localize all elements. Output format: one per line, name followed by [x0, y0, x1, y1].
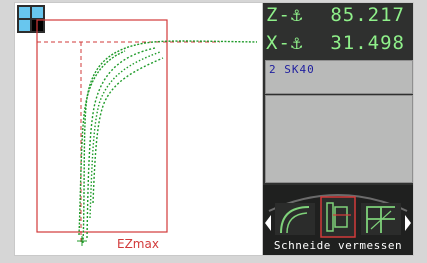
scan-curves — [78, 40, 258, 244]
limit-label: EZmax — [117, 237, 159, 251]
limit-box — [36, 19, 168, 233]
info-panel — [265, 95, 413, 183]
view-selector-icon[interactable] — [17, 5, 45, 33]
z-axis-value: 85.217 — [330, 4, 405, 26]
next-arrow-icon[interactable] — [405, 215, 411, 231]
x-readout: X-⚓ 31.498 — [263, 31, 413, 57]
x-axis-label: X-⚓ — [266, 32, 304, 54]
menu-caption: Schneide vermessen — [273, 239, 403, 252]
plot-canvas — [17, 5, 258, 246]
grid-option-icon[interactable] — [361, 203, 401, 235]
previous-arrow-icon[interactable] — [265, 215, 271, 231]
measurement-plot: EZmax — [15, 3, 262, 255]
side-panel: Z-⚓ 85.217 X-⚓ 31.498 2 SK40 Schneide ve… — [263, 3, 413, 255]
tool-info-box: 2 SK40 — [265, 60, 413, 94]
tool-name: 2 SK40 — [269, 63, 315, 76]
z-axis-label: Z-⚓ — [266, 4, 304, 26]
x-axis-value: 31.498 — [330, 32, 405, 54]
start-marker — [77, 236, 87, 246]
z-readout: Z-⚓ 85.217 — [263, 3, 413, 29]
measure-cutter-option-icon[interactable] — [320, 196, 356, 238]
tool-outline-option-icon[interactable] — [275, 203, 315, 235]
